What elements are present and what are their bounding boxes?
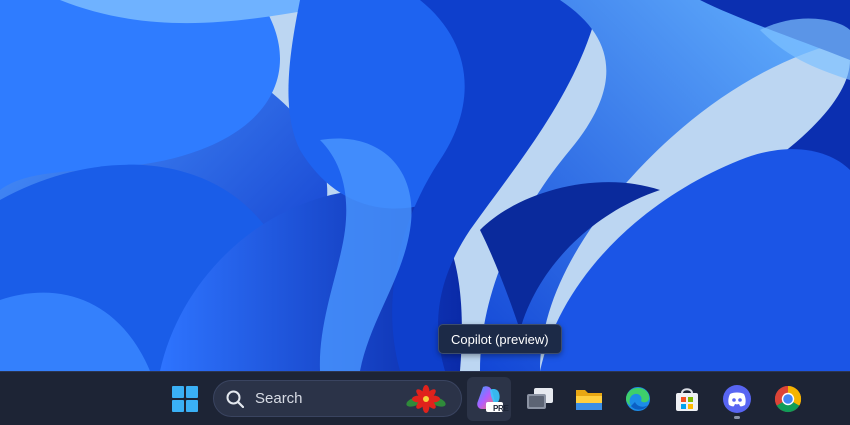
copilot-preview-badge: PRE xyxy=(493,404,509,413)
file-explorer-icon xyxy=(576,390,602,410)
copilot-tooltip: Copilot (preview) xyxy=(438,324,562,354)
search-placeholder: Search xyxy=(255,390,303,407)
discord-icon xyxy=(723,385,751,413)
microsoft-store-icon xyxy=(676,388,698,411)
task-view-button[interactable] xyxy=(518,377,562,421)
task-view-icon xyxy=(527,388,553,409)
copilot-button[interactable]: PRE xyxy=(467,377,511,421)
poinsettia-icon xyxy=(406,385,446,413)
discord-button[interactable] xyxy=(715,377,759,421)
running-indicator xyxy=(734,416,740,419)
chrome-button[interactable] xyxy=(766,377,810,421)
edge-button[interactable] xyxy=(616,377,660,421)
microsoft-store-button[interactable] xyxy=(665,377,709,421)
bloom-wallpaper xyxy=(0,0,850,371)
desktop: Copilot (preview) xyxy=(0,0,850,371)
edge-icon xyxy=(626,387,650,411)
windows-start-icon xyxy=(172,386,198,412)
chrome-icon xyxy=(774,385,802,413)
file-explorer-button[interactable] xyxy=(567,377,611,421)
search-input[interactable]: Search xyxy=(213,380,462,417)
taskbar: Search PRE xyxy=(0,371,850,425)
start-button[interactable] xyxy=(163,377,207,421)
search-icon xyxy=(226,390,244,408)
